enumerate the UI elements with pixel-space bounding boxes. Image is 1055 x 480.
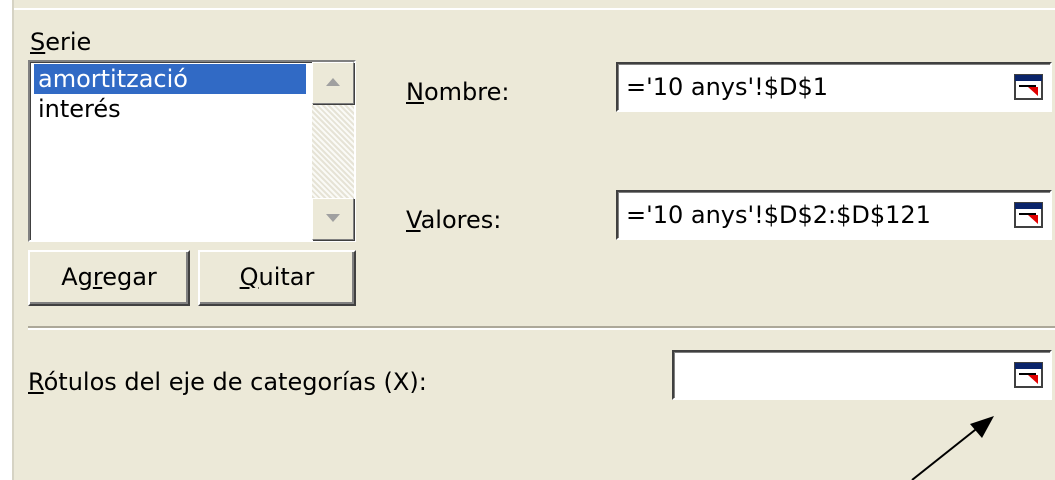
valores-field[interactable]: ='10 anys'!$D$2:$D$121: [616, 190, 1052, 240]
list-item-interes[interactable]: interés: [34, 94, 125, 124]
valores-label: Valores:: [406, 206, 502, 234]
series-listbox[interactable]: amortització interés: [28, 60, 356, 242]
annotation-arrow-icon: [911, 416, 994, 480]
dialog-left-edge: [0, 0, 14, 480]
dialog-top-edge: [0, 0, 1055, 10]
serie-label: Serie: [30, 28, 92, 56]
quitar-button[interactable]: Quitar: [198, 250, 356, 306]
agregar-button[interactable]: Agregar: [28, 250, 190, 306]
scroll-up-arrow-icon: [326, 78, 340, 86]
collapse-dialog-icon[interactable]: [1014, 360, 1044, 390]
list-item-amortitzacio[interactable]: amortització: [34, 64, 306, 94]
scroll-down-arrow-icon: [326, 214, 340, 222]
collapse-dialog-icon[interactable]: [1014, 72, 1044, 102]
categorias-field[interactable]: [672, 350, 1052, 400]
collapse-dialog-icon[interactable]: [1014, 200, 1044, 230]
categorias-label: Rótulos del eje de categorías (X):: [28, 368, 427, 396]
nombre-field[interactable]: ='10 anys'!$D$1: [616, 62, 1052, 112]
valores-value: ='10 anys'!$D$2:$D$121: [626, 201, 931, 229]
nombre-value: ='10 anys'!$D$1: [626, 73, 829, 101]
scroll-up-button[interactable]: [312, 62, 354, 104]
nombre-label: Nombre:: [406, 78, 510, 106]
series-scrollbar[interactable]: [312, 62, 354, 240]
section-separator: [28, 326, 1055, 330]
scroll-down-button[interactable]: [312, 198, 354, 240]
